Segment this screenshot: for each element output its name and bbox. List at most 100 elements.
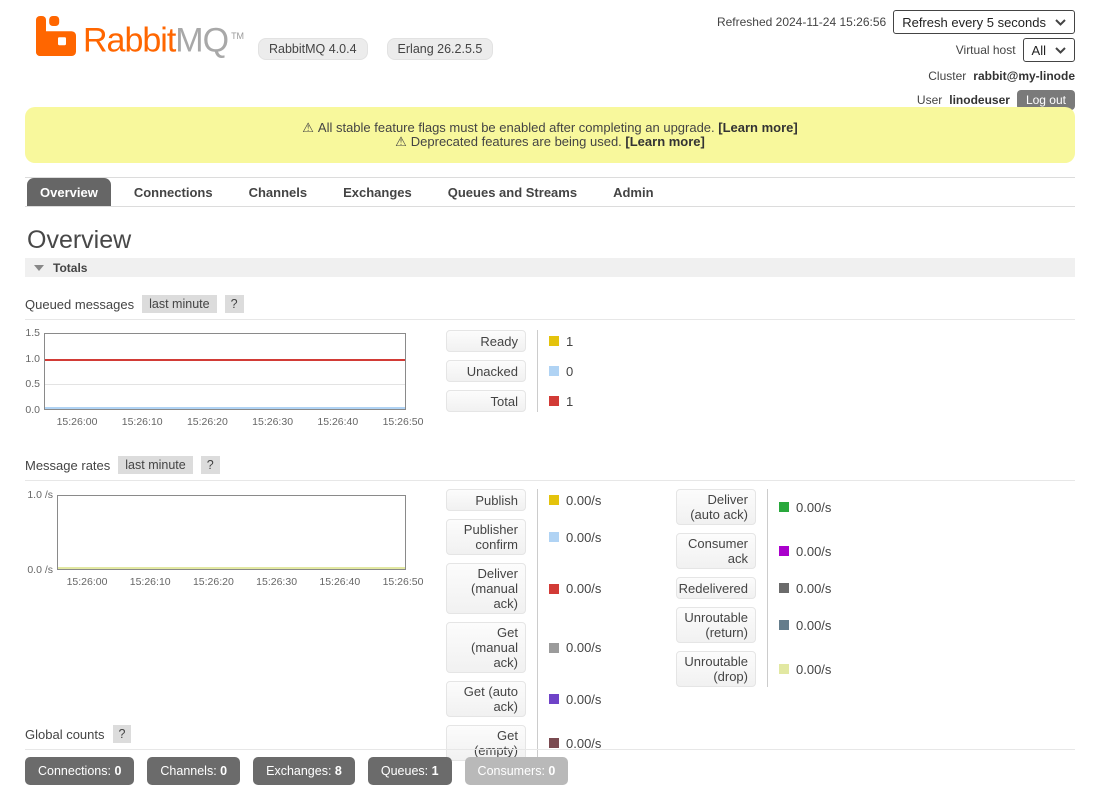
count-label: Exchanges: xyxy=(266,764,335,778)
y-axis-tick-label: 0.5 xyxy=(25,378,40,390)
legend-value-get-manual-ack-: 0.00/s xyxy=(549,640,601,655)
count-badge-exchanges[interactable]: Exchanges: 8 xyxy=(253,757,355,785)
queued-range-button[interactable]: last minute xyxy=(142,295,216,313)
x-axis-tick-label: 15:26:00 xyxy=(67,576,108,588)
version-badge: Erlang 26.2.5.5 xyxy=(387,38,494,60)
tab-bar: Overview Connections Channels Exchanges Queu… xyxy=(25,177,1075,207)
chart-series-line-total xyxy=(45,359,405,361)
legend-value-publish: 0.00/s xyxy=(549,493,601,508)
warning-banner: ⚠All stable feature flags must be enable… xyxy=(25,107,1075,163)
legend-swatch-unroutable-drop- xyxy=(779,664,789,674)
rabbitmq-overview-page: RabbitMQTM RabbitMQ 4.0.4 Erlang 26.2.5.5… xyxy=(0,0,1094,794)
legend-value-text: 0.00/s xyxy=(566,530,601,545)
tab-exchanges[interactable]: Exchanges xyxy=(330,178,425,206)
legend-row-publisher-confirm: Publisher confirm 0.00/s xyxy=(446,519,601,555)
count-label: Queues: xyxy=(381,764,432,778)
legend-toggle-deliver-auto-ack-[interactable]: Deliver (auto ack) xyxy=(676,489,756,525)
chart-series-line-unacked xyxy=(45,407,405,409)
count-label: Consumers: xyxy=(478,764,549,778)
count-badge-queues[interactable]: Queues: 1 xyxy=(368,757,452,785)
rates-help-button[interactable]: ? xyxy=(201,456,220,474)
count-value: 8 xyxy=(335,764,342,778)
queued-messages-chart: 1.51.00.50.015:26:0015:26:1015:26:2015:2… xyxy=(25,329,425,427)
legend-toggle-ready[interactable]: Ready xyxy=(446,330,526,352)
legend-value-redelivered: 0.00/s xyxy=(779,581,831,596)
legend-value-text: 0.00/s xyxy=(566,581,601,596)
legend-row-unroutable-drop-: Unroutable (drop) 0.00/s xyxy=(676,651,831,687)
x-axis-tick-label: 15:26:40 xyxy=(319,576,360,588)
legend-swatch-ready xyxy=(549,336,559,346)
rabbitmq-logo[interactable]: RabbitMQTM xyxy=(36,16,244,60)
legend-swatch-unroutable-return- xyxy=(779,620,789,630)
legend-value-total: 1 xyxy=(549,394,573,409)
y-axis-tick-label: 0.0 xyxy=(25,404,40,416)
virtual-host-value: All xyxy=(1032,43,1046,58)
legend-toggle-get-manual-ack-[interactable]: Get (manual ack) xyxy=(446,622,526,673)
legend-value-text: 1 xyxy=(566,394,573,409)
tab-admin[interactable]: Admin xyxy=(600,178,666,206)
legend-toggle-unacked[interactable]: Unacked xyxy=(446,360,526,382)
chart-plot-area xyxy=(57,495,406,570)
message-rates-legend-right: Deliver (auto ack) 0.00/s Consumer ack 0.00… xyxy=(676,489,831,687)
legend-row-redelivered: Redelivered 0.00/s xyxy=(676,577,831,599)
legend-value-unacked: 0 xyxy=(549,364,573,379)
tab-connections[interactable]: Connections xyxy=(121,178,226,206)
legend-row-deliver-manual-ack-: Deliver (manual ack) 0.00/s xyxy=(446,563,601,614)
legend-toggle-get-auto-ack-[interactable]: Get (auto ack) xyxy=(446,681,526,717)
legend-swatch-consumer-ack xyxy=(779,546,789,556)
chart-series-line-unroutable-drop- xyxy=(58,567,405,569)
legend-value-text: 0.00/s xyxy=(566,640,601,655)
legend-swatch-deliver-manual-ack- xyxy=(549,584,559,594)
chart-plot-area xyxy=(44,333,406,410)
legend-swatch-unacked xyxy=(549,366,559,376)
virtual-host-row: Virtual host All xyxy=(956,38,1075,62)
tab-queues-and-streams[interactable]: Queues and Streams xyxy=(435,178,590,206)
learn-more-link[interactable]: [Learn more] xyxy=(625,134,704,149)
legend-value-deliver-auto-ack-: 0.00/s xyxy=(779,500,831,515)
legend-value-text: 0 xyxy=(566,364,573,379)
refreshed-timestamp: Refreshed 2024-11-24 15:26:56 xyxy=(717,15,886,29)
legend-value-publisher-confirm: 0.00/s xyxy=(549,530,601,545)
y-axis-tick-label: 0.0 /s xyxy=(25,564,53,576)
banner-warning-line: ⚠Deprecated features are being used. [Le… xyxy=(395,135,705,150)
tab-overview[interactable]: Overview xyxy=(27,178,111,206)
x-axis-tick-label: 15:26:00 xyxy=(57,416,98,428)
legend-toggle-total[interactable]: Total xyxy=(446,390,526,412)
queued-help-button[interactable]: ? xyxy=(225,295,244,313)
global-counts-help-button[interactable]: ? xyxy=(113,725,132,743)
legend-value-text: 0.00/s xyxy=(566,493,601,508)
page-title: Overview xyxy=(27,226,131,255)
legend-value-text: 0.00/s xyxy=(796,662,831,677)
legend-toggle-unroutable-drop-[interactable]: Unroutable (drop) xyxy=(676,651,756,687)
y-axis-tick-label: 1.0 /s xyxy=(25,489,53,501)
x-axis-tick-label: 15:26:20 xyxy=(187,416,228,428)
legend-toggle-redelivered[interactable]: Redelivered xyxy=(676,577,756,599)
count-label: Channels: xyxy=(160,764,220,778)
learn-more-link[interactable]: [Learn more] xyxy=(718,120,797,135)
x-axis-tick-label: 15:26:10 xyxy=(122,416,163,428)
legend-toggle-deliver-manual-ack-[interactable]: Deliver (manual ack) xyxy=(446,563,526,614)
count-badge-channels[interactable]: Channels: 0 xyxy=(147,757,240,785)
tab-channels[interactable]: Channels xyxy=(236,178,321,206)
user-label: User xyxy=(917,93,942,107)
collapse-triangle-icon xyxy=(34,265,44,271)
logo-trademark: TM xyxy=(231,31,244,41)
banner-warning-text: All stable feature flags must be enabled… xyxy=(318,120,718,135)
message-rates-chart: 1.0 /s0.0 /s15:26:0015:26:1015:26:2015:2… xyxy=(25,489,425,589)
totals-section-header[interactable]: Totals xyxy=(25,258,1075,277)
count-badge-consumers[interactable]: Consumers: 0 xyxy=(465,757,569,785)
legend-swatch-get-auto-ack- xyxy=(549,694,559,704)
rates-range-button[interactable]: last minute xyxy=(118,456,192,474)
legend-swatch-deliver-auto-ack- xyxy=(779,502,789,512)
count-badge-connections[interactable]: Connections: 0 xyxy=(25,757,134,785)
refresh-interval-select[interactable]: Refresh every 5 seconds xyxy=(893,10,1075,34)
legend-toggle-publisher-confirm[interactable]: Publisher confirm xyxy=(446,519,526,555)
virtual-host-select[interactable]: All xyxy=(1023,38,1075,62)
legend-toggle-publish[interactable]: Publish xyxy=(446,489,526,511)
legend-toggle-consumer-ack[interactable]: Consumer ack xyxy=(676,533,756,569)
version-badge: RabbitMQ 4.0.4 xyxy=(258,38,368,60)
count-value: 0 xyxy=(220,764,227,778)
version-badges: RabbitMQ 4.0.4 Erlang 26.2.5.5 xyxy=(258,38,493,60)
legend-value-unroutable-return-: 0.00/s xyxy=(779,618,831,633)
legend-toggle-unroutable-return-[interactable]: Unroutable (return) xyxy=(676,607,756,643)
